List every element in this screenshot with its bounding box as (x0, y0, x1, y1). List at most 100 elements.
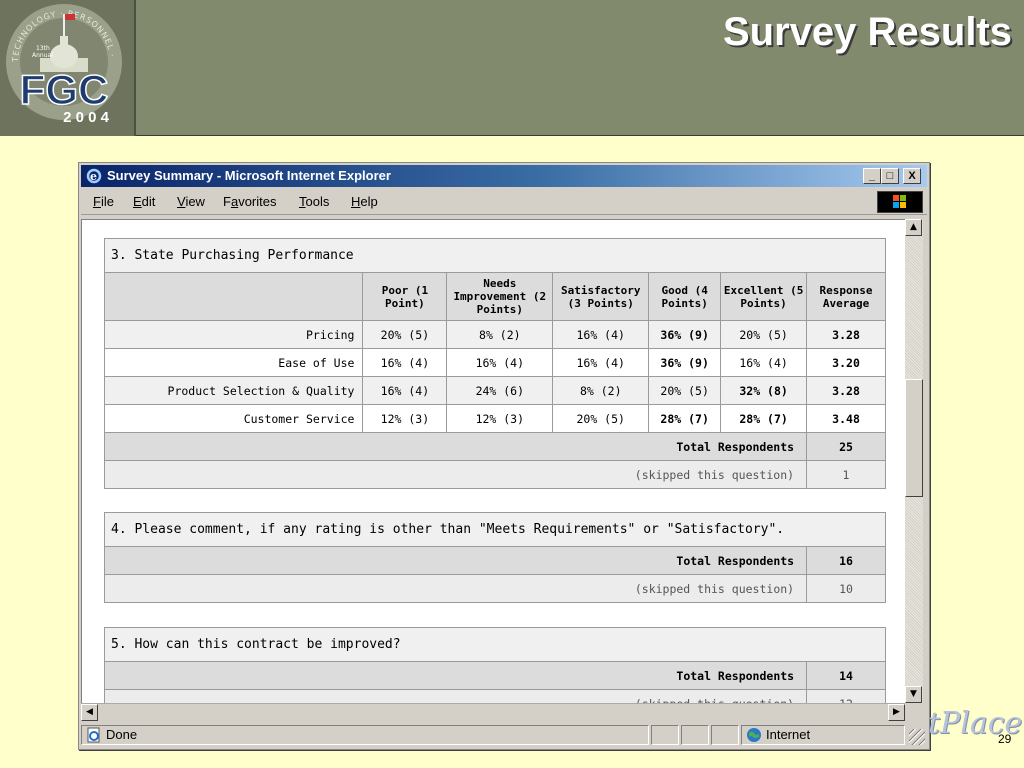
total-respondents-value: 25 (806, 432, 886, 461)
close-button[interactable]: X (903, 168, 921, 184)
column-header-response-average: Response Average (806, 272, 886, 321)
skipped-row: (skipped this question) 12 (103, 689, 886, 703)
table-cell: 3.20 (806, 348, 886, 377)
table-cell: 20% (5) (648, 376, 722, 405)
table-cell: 16% (4) (720, 348, 808, 377)
skipped-value: 1 (806, 460, 886, 489)
slide-header: TECHNOLOGY · PERSONNEL · PURCHASING 13th… (0, 0, 1024, 136)
table-cell: 3.28 (806, 320, 886, 349)
question-4-title: 4. Please comment, if any rating is othe… (104, 512, 886, 547)
total-respondents-value: 14 (806, 661, 886, 690)
table-cell: 20% (5) (720, 320, 808, 349)
page-number: 29 (998, 732, 1012, 746)
column-header-needs-improvement: Needs Improvement (2 Points) (446, 272, 554, 321)
menu-bar: File Edit View Favorites Tools Help (81, 189, 927, 215)
skipped-row: (skipped this question) 1 (103, 460, 886, 489)
column-header-good: Good (4 Points) (648, 272, 722, 321)
menu-help-post: elp (360, 194, 378, 209)
scroll-left-icon[interactable]: ◀ (81, 704, 98, 721)
maximize-button[interactable]: □ (881, 168, 899, 184)
menu-favorites[interactable]: Favorites (223, 194, 276, 209)
total-respondents-value: 16 (806, 546, 886, 575)
skipped-value: 10 (806, 574, 886, 603)
table-cell: 28% (7) (720, 404, 808, 433)
svg-text:e: e (90, 170, 97, 183)
table-row: Ease of Use 16% (4) 16% (4) 16% (4) 36% … (103, 348, 886, 377)
table-cell: 16% (4) (552, 348, 650, 377)
security-zone-panel: Internet (741, 725, 905, 745)
resize-grip[interactable] (909, 729, 925, 745)
table-cell: 24% (6) (446, 376, 554, 405)
horizontal-scrollbar[interactable]: ◀ ▶ (81, 703, 905, 721)
table-cell: 8% (2) (446, 320, 554, 349)
total-respondents-row: Total Respondents 14 (103, 661, 886, 690)
fgc-logo-graphic: TECHNOLOGY · PERSONNEL · PURCHASING 13th… (0, 0, 122, 126)
logo-annual-line1: 13th (36, 45, 50, 52)
table-cell: 8% (2) (552, 376, 650, 405)
ie-logo-icon: e (86, 168, 102, 184)
logo-year: 2 0 0 4 (63, 109, 110, 126)
status-text: Done (106, 727, 138, 742)
globe-icon (747, 728, 761, 742)
page-icon (87, 727, 100, 743)
question-5-table: 5. How can this contract be improved? To… (103, 627, 886, 703)
row-label: Customer Service (103, 404, 364, 433)
total-respondents-label: Total Respondents (103, 546, 808, 575)
scroll-up-icon[interactable]: ▲ (905, 219, 922, 236)
menu-file[interactable]: File (93, 194, 114, 209)
menu-tools[interactable]: Tools (299, 194, 329, 209)
table-cell: 36% (9) (648, 348, 722, 377)
menu-favorites-post: vorites (238, 194, 277, 209)
row-label: Pricing (103, 320, 364, 349)
menu-help[interactable]: Help (351, 194, 378, 209)
skipped-label: (skipped this question) (103, 460, 808, 489)
table-cell: 16% (4) (362, 348, 448, 377)
header-blank (103, 272, 364, 321)
table-row: Pricing 20% (5) 8% (2) 16% (4) 36% (9) 2… (103, 320, 886, 349)
menu-file-post: ile (100, 194, 114, 209)
table-cell: 28% (7) (648, 404, 722, 433)
menu-edit-post: dit (141, 194, 156, 209)
question-3-title: 3. State Purchasing Performance (104, 238, 886, 273)
skipped-value: 12 (806, 689, 886, 703)
menu-favorites-pre: F (223, 194, 231, 209)
window-title: Survey Summary - Microsoft Internet Expl… (107, 168, 391, 183)
logo-annual-line2: Annual (32, 52, 53, 59)
menu-view[interactable]: View (177, 194, 205, 209)
column-header-poor: Poor (1 Point) (362, 272, 448, 321)
table-cell: 3.48 (806, 404, 886, 433)
logo-acronym: FGC (20, 66, 109, 113)
table-row: Product Selection & Quality 16% (4) 24% … (103, 376, 886, 405)
table-cell: 20% (5) (362, 320, 448, 349)
window-titlebar[interactable]: e Survey Summary - Microsoft Internet Ex… (81, 165, 927, 187)
status-panel-empty (681, 725, 709, 745)
total-respondents-row: Total Respondents 25 (103, 432, 886, 461)
row-label: Ease of Use (103, 348, 364, 377)
vertical-scroll-thumb[interactable] (905, 379, 923, 497)
status-panel: Done (81, 725, 649, 745)
table-row: Customer Service 12% (3) 12% (3) 20% (5)… (103, 404, 886, 433)
menu-edit-key: E (133, 194, 142, 209)
skipped-label: (skipped this question) (103, 689, 808, 703)
scroll-down-icon[interactable]: ▼ (905, 686, 922, 703)
skipped-row: (skipped this question) 10 (103, 574, 886, 603)
vertical-scrollbar[interactable]: ▲ ▼ (905, 219, 923, 703)
table-cell: 20% (5) (552, 404, 650, 433)
status-panel-empty (711, 725, 739, 745)
menu-edit[interactable]: Edit (133, 194, 155, 209)
table-cell: 3.28 (806, 376, 886, 405)
column-header-excellent: Excellent (5 Points) (720, 272, 808, 321)
row-label: Product Selection & Quality (103, 376, 364, 405)
menu-view-post: iew (185, 194, 205, 209)
minimize-button[interactable]: _ (863, 168, 881, 184)
table-cell: 16% (4) (446, 348, 554, 377)
table-cell: 16% (4) (552, 320, 650, 349)
menu-file-key: F (93, 194, 101, 209)
browser-window: e Survey Summary - Microsoft Internet Ex… (78, 162, 930, 750)
question-4-table: 4. Please comment, if any rating is othe… (103, 512, 886, 603)
scroll-right-icon[interactable]: ▶ (888, 704, 905, 721)
slide-title: Survey Results (722, 10, 1012, 54)
column-header-satisfactory: Satisfactory (3 Points) (552, 272, 650, 321)
table-cell: 12% (3) (446, 404, 554, 433)
total-respondents-label: Total Respondents (103, 432, 808, 461)
